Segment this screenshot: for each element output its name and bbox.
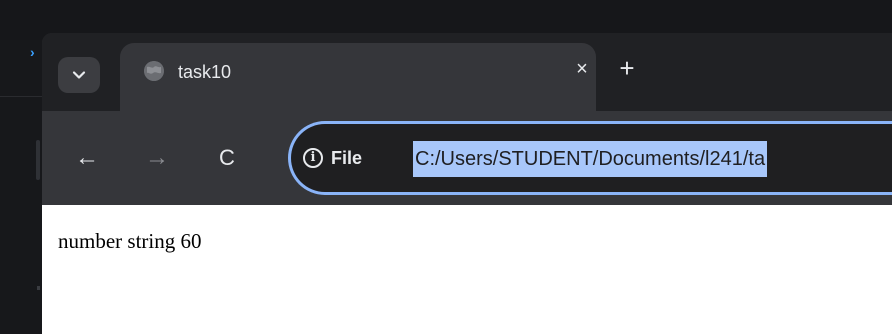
desktop-panel-mark [36, 140, 40, 180]
browser-window: task10 × + ← → C i File C:/Users/STUDENT… [42, 33, 892, 334]
tab-close-button[interactable]: × [570, 57, 594, 81]
browser-toolbar: ← → C i File C:/Users/STUDENT/Documents/… [42, 111, 892, 205]
new-tab-button[interactable]: + [614, 55, 640, 81]
page-body-text: number string 60 [58, 229, 202, 253]
url-text[interactable]: C:/Users/STUDENT/Documents/l241/ta [413, 141, 768, 177]
desktop-accent-icon: › [30, 44, 35, 60]
site-info-chip[interactable]: i File [303, 140, 362, 176]
active-tab[interactable]: task10 × [120, 43, 596, 111]
tab-strip: task10 × + [42, 33, 892, 111]
forward-button[interactable]: → [140, 141, 174, 175]
desktop-panel-mark-small [37, 286, 40, 290]
page-content: number string 60 [42, 205, 892, 334]
tab-search-button[interactable] [58, 57, 100, 93]
security-label: File [331, 147, 363, 168]
globe-icon [144, 61, 164, 81]
desktop-left-panel [0, 40, 42, 334]
desktop-divider [0, 96, 42, 97]
tab-title: task10 [178, 62, 232, 82]
reload-button[interactable]: C [210, 141, 244, 175]
back-button[interactable]: ← [70, 141, 104, 175]
info-icon: i [303, 148, 323, 168]
chevron-down-icon [72, 71, 86, 79]
address-bar[interactable]: i File C:/Users/STUDENT/Documents/l241/t… [288, 121, 892, 195]
